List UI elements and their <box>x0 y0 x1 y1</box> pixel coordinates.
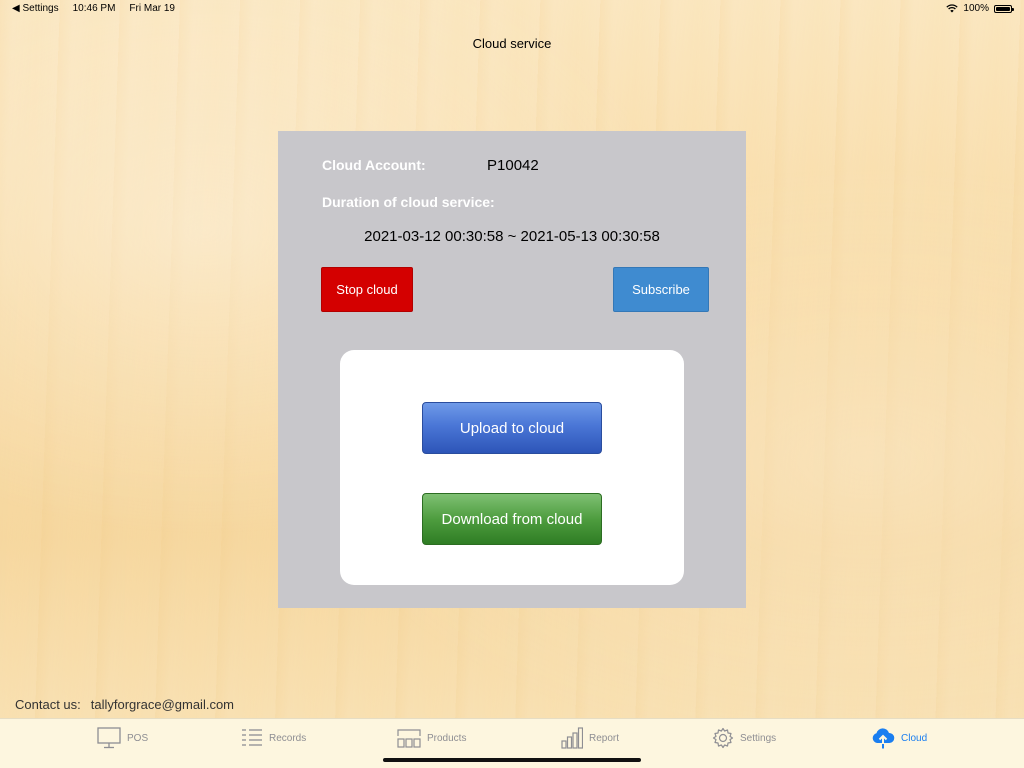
tab-cloud[interactable]: Cloud <box>871 727 927 749</box>
home-indicator <box>383 758 641 762</box>
list-icon <box>242 729 262 746</box>
cloud-account-value: P10042 <box>487 157 539 174</box>
cloud-upload-icon <box>872 728 895 749</box>
status-date: Fri Mar 19 <box>129 3 175 14</box>
gear-icon <box>712 727 734 749</box>
tab-settings[interactable]: Settings <box>712 727 776 749</box>
page-title: Cloud service <box>472 36 552 51</box>
tab-report[interactable]: Report <box>561 727 619 749</box>
monitor-icon <box>97 727 121 749</box>
battery-percent: 100% <box>963 3 989 14</box>
wifi-icon <box>946 4 959 13</box>
sync-card: Upload to cloud Download from cloud <box>340 350 684 585</box>
tab-pos-label: POS <box>127 732 149 744</box>
status-time: 10:46 PM <box>72 3 116 14</box>
duration-value: 2021-03-12 00:30:58 ~ 2021-05-13 00:30:5… <box>364 228 660 245</box>
tab-settings-label: Settings <box>740 732 777 744</box>
status-bar: ◀ Settings 10:46 PM Fri Mar 19 100% <box>0 0 1024 18</box>
contact-info: Contact us: tallyforgrace@gmail.com <box>15 697 234 712</box>
battery-icon <box>994 4 1014 13</box>
duration-label: Duration of cloud service: <box>322 194 495 210</box>
download-from-cloud-button[interactable]: Download from cloud <box>422 493 602 545</box>
tab-report-label: Report <box>589 732 620 744</box>
bar-chart-icon <box>561 727 583 749</box>
tab-products-label: Products <box>427 732 467 744</box>
stop-cloud-button[interactable]: Stop cloud <box>321 267 413 312</box>
contact-label: Contact us: <box>15 697 81 712</box>
upload-to-cloud-button[interactable]: Upload to cloud <box>422 402 602 454</box>
contact-email[interactable]: tallyforgrace@gmail.com <box>91 697 234 712</box>
subscribe-button[interactable]: Subscribe <box>613 267 709 312</box>
tab-pos[interactable]: POS <box>97 727 148 749</box>
products-icon <box>397 729 421 748</box>
tab-records[interactable]: Records <box>241 727 306 749</box>
cloud-panel: Cloud Account: P10042 Duration of cloud … <box>278 131 746 608</box>
tab-products[interactable]: Products <box>397 727 466 749</box>
cloud-account-label: Cloud Account: <box>322 157 426 173</box>
back-to-settings-link[interactable]: ◀ Settings <box>12 3 59 14</box>
tab-records-label: Records <box>269 732 307 744</box>
tab-cloud-label: Cloud <box>901 732 928 744</box>
